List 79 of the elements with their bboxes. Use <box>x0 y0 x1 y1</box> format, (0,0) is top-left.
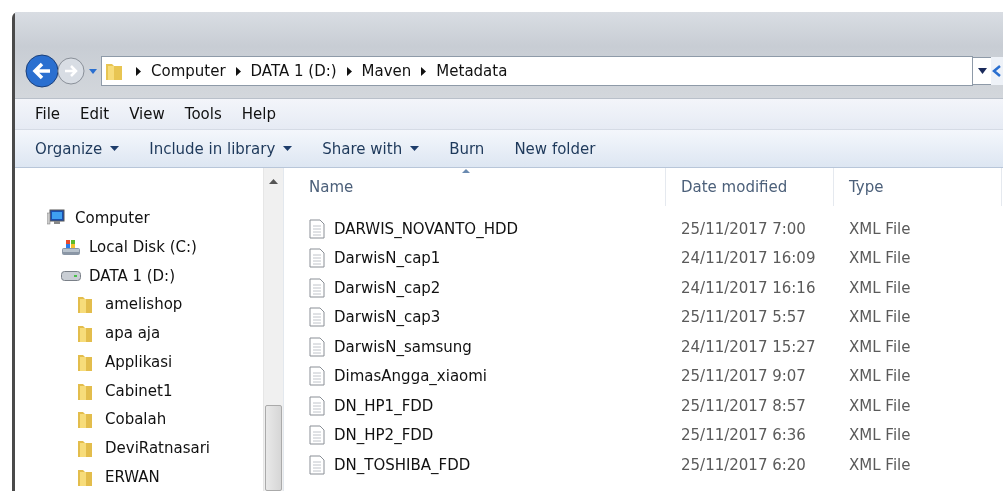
column-header[interactable]: Name <box>294 168 666 206</box>
navigation-item[interactable]: amelishop <box>15 290 263 319</box>
computer-icon <box>47 209 67 228</box>
navigation-item[interactable]: Cobalah <box>15 404 263 434</box>
toolbar-button[interactable]: Share with <box>322 134 420 163</box>
date-modified: 24/11/2017 16:16 <box>680 278 817 297</box>
document-icon <box>309 307 325 328</box>
breadcrumb[interactable]: DATA 1 (D:) <box>250 62 337 80</box>
menu-item[interactable]: File <box>25 105 71 123</box>
scrollbar[interactable] <box>263 168 283 491</box>
menu-item[interactable]: Tools <box>174 105 232 123</box>
file-type: XML File <box>848 249 912 268</box>
toolbar-button[interactable]: New folder <box>514 134 596 163</box>
file-name[interactable]: DARWIS_NOVANTO_HDD <box>294 218 666 239</box>
document-icon <box>309 248 325 269</box>
breadcrumb[interactable]: Maven <box>361 62 412 80</box>
scroll-thumb[interactable] <box>265 405 282 491</box>
chevron-icon <box>234 66 242 76</box>
scroll-up-arrow-icon[interactable] <box>269 179 278 184</box>
file-type: XML File <box>848 219 912 238</box>
menu-item[interactable]: Edit <box>70 105 120 123</box>
file-type: XML File <box>848 278 912 297</box>
chevron-icon <box>420 66 428 76</box>
navigation-item[interactable]: Cabinet1 <box>15 376 263 405</box>
date-modified: 24/11/2017 15:27 <box>680 337 817 356</box>
date-modified: 25/11/2017 6:36 <box>680 426 807 445</box>
navigation-item[interactable]: Local Disk (C:) <box>15 232 263 262</box>
drive-icon <box>61 270 81 281</box>
document-icon <box>309 336 325 357</box>
chevron-icon <box>345 66 353 76</box>
breadcrumb[interactable]: Computer <box>151 62 226 80</box>
navigation-item[interactable]: DeviRatnasari <box>15 433 263 463</box>
menu-item[interactable]: View <box>119 105 175 123</box>
file-name[interactable]: DarwisN_cap3 <box>294 307 666 328</box>
date-modified: 25/11/2017 9:07 <box>680 367 807 386</box>
navigation-item[interactable]: Computer <box>15 204 263 233</box>
date-modified: 25/11/2017 8:57 <box>680 396 807 415</box>
navigation-item[interactable]: DATA 1 (D:) <box>15 261 263 291</box>
toolbar-button[interactable]: Include in library <box>149 134 293 163</box>
breadcrumb[interactable]: Metadata <box>436 62 508 80</box>
folder-icon <box>105 61 123 81</box>
file-name[interactable]: DarwisN_samsung <box>294 336 666 357</box>
toolbar-button[interactable]: Organize <box>35 134 120 163</box>
toolbar-button[interactable]: Burn <box>449 134 485 163</box>
chevron-icon <box>135 66 142 76</box>
file-type: XML File <box>848 455 912 474</box>
column-header[interactable]: Date modified <box>666 168 834 206</box>
file-name[interactable]: DimasAngga_xiaomi <box>294 366 666 387</box>
menu-item[interactable]: Help <box>231 105 286 123</box>
navigation-item[interactable]: Applikasi <box>15 347 263 377</box>
date-modified: 25/11/2017 5:57 <box>680 308 807 327</box>
file-type: XML File <box>848 426 912 445</box>
file-type: XML File <box>848 396 912 415</box>
document-icon <box>309 454 325 475</box>
document-icon <box>309 395 325 416</box>
file-type: XML File <box>848 337 912 356</box>
file-type: XML File <box>848 367 912 386</box>
drive-icon <box>61 238 81 257</box>
file-name[interactable]: DN_TOSHIBA_FDD <box>294 454 666 475</box>
navigation-item[interactable]: ERWAN <box>15 462 263 491</box>
date-modified: 25/11/2017 6:20 <box>680 455 807 474</box>
document-icon <box>309 366 325 387</box>
file-name[interactable]: DN_HP2_FDD <box>294 425 666 446</box>
navigation-item[interactable]: apa aja <box>15 318 263 348</box>
file-name[interactable]: DarwisN_cap2 <box>294 277 666 298</box>
column-header[interactable]: Type <box>834 168 1002 206</box>
file-name[interactable]: DN_HP1_FDD <box>294 395 666 416</box>
recent-pages-button[interactable] <box>87 66 99 76</box>
address-bar[interactable]: Computer DATA 1 (D:) Maven Metadata <box>101 56 973 86</box>
file-type: XML File <box>848 308 912 327</box>
sort-arrow-icon <box>462 169 470 173</box>
date-modified: 25/11/2017 7:00 <box>680 219 807 238</box>
file-name[interactable]: DarwisN_cap1 <box>294 248 666 269</box>
document-icon <box>309 425 325 446</box>
refresh-button[interactable] <box>991 57 1003 85</box>
document-icon <box>309 277 325 298</box>
document-icon <box>309 218 325 239</box>
back-button[interactable] <box>25 54 59 88</box>
date-modified: 24/11/2017 16:09 <box>680 249 817 268</box>
